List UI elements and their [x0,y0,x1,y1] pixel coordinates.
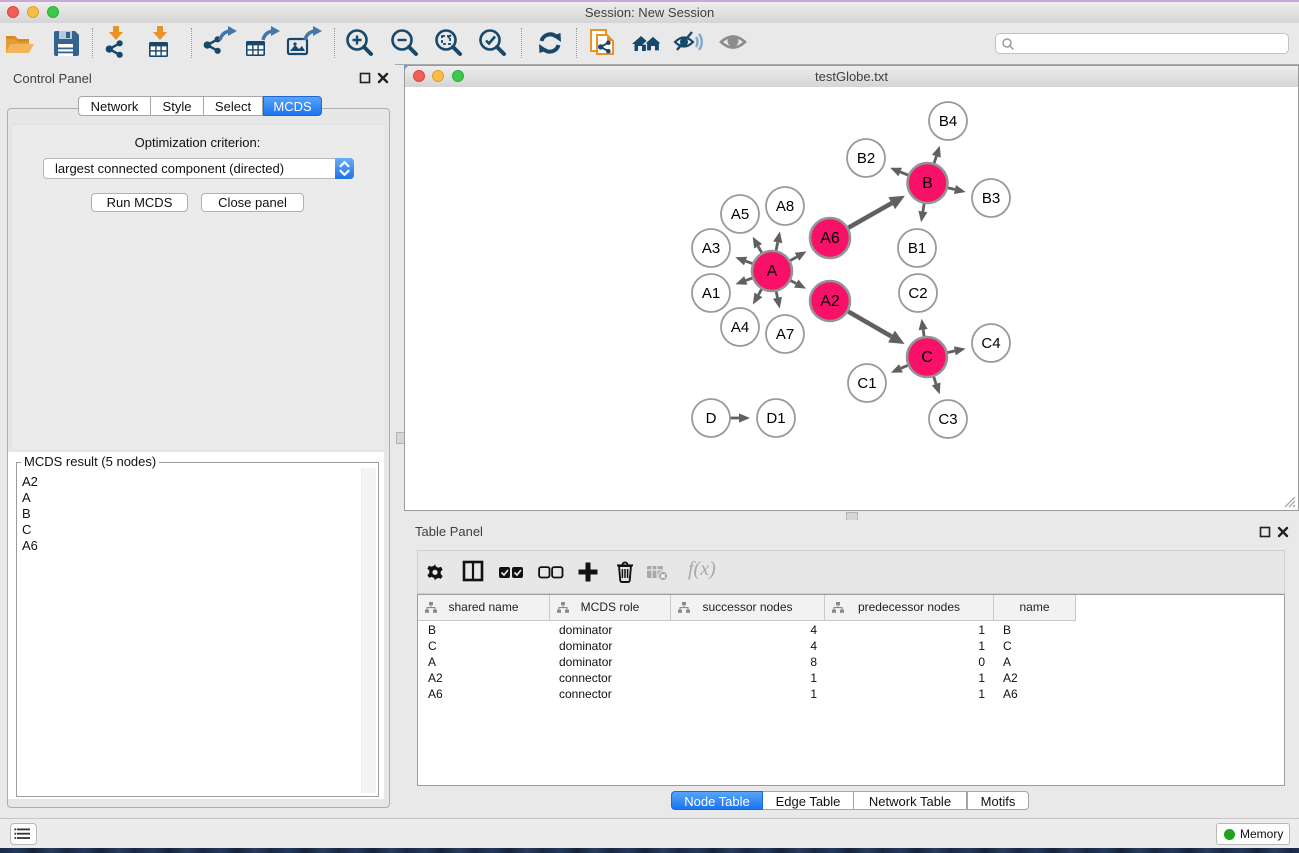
svg-text:B3: B3 [982,190,1000,207]
svg-text:C3: C3 [938,411,957,428]
svg-text:A1: A1 [702,285,720,302]
svg-text:C1: C1 [857,375,876,392]
svg-text:B2: B2 [857,150,875,167]
svg-text:A: A [767,263,778,280]
svg-text:C4: C4 [981,335,1000,352]
svg-text:C: C [921,349,933,366]
svg-text:A2: A2 [820,293,840,310]
svg-text:A6: A6 [820,230,840,247]
svg-text:A7: A7 [776,326,794,343]
svg-text:D1: D1 [766,410,785,427]
svg-text:B: B [922,175,933,192]
svg-text:C2: C2 [908,285,927,302]
svg-text:D: D [706,410,717,427]
svg-text:A4: A4 [731,319,749,336]
svg-text:A3: A3 [702,240,720,257]
svg-text:B1: B1 [908,240,926,257]
svg-text:A8: A8 [776,198,794,215]
svg-text:A5: A5 [731,206,749,223]
svg-text:B4: B4 [939,113,957,130]
